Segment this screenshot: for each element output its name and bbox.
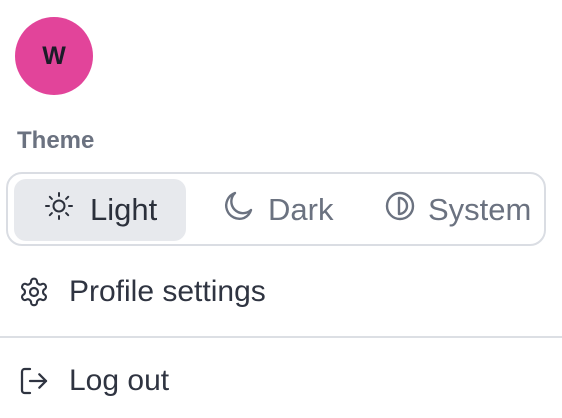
logout-icon <box>17 364 51 398</box>
profile-settings-item[interactable]: Profile settings <box>0 262 562 322</box>
theme-section-label: Theme <box>17 127 95 154</box>
half-circle-icon <box>384 190 416 230</box>
theme-option-system[interactable]: System <box>380 179 540 241</box>
theme-toggle: Light Dark System <box>6 172 546 246</box>
moon-icon <box>222 189 256 231</box>
sun-icon <box>44 191 74 229</box>
theme-option-label: Dark <box>268 192 334 227</box>
theme-option-light[interactable]: Light <box>14 179 186 241</box>
theme-option-label: Light <box>90 192 158 227</box>
profile-settings-label: Profile settings <box>69 275 266 308</box>
gear-icon <box>17 275 51 309</box>
menu-divider <box>0 336 562 338</box>
user-menu-panel: W Theme Light Dark System Profile settin… <box>0 0 562 418</box>
avatar-initial: W <box>42 41 66 70</box>
theme-option-dark[interactable]: Dark <box>218 179 358 241</box>
log-out-label: Log out <box>69 364 170 397</box>
log-out-item[interactable]: Log out <box>0 351 562 411</box>
theme-option-label: System <box>428 192 532 227</box>
avatar[interactable]: W <box>15 17 93 95</box>
